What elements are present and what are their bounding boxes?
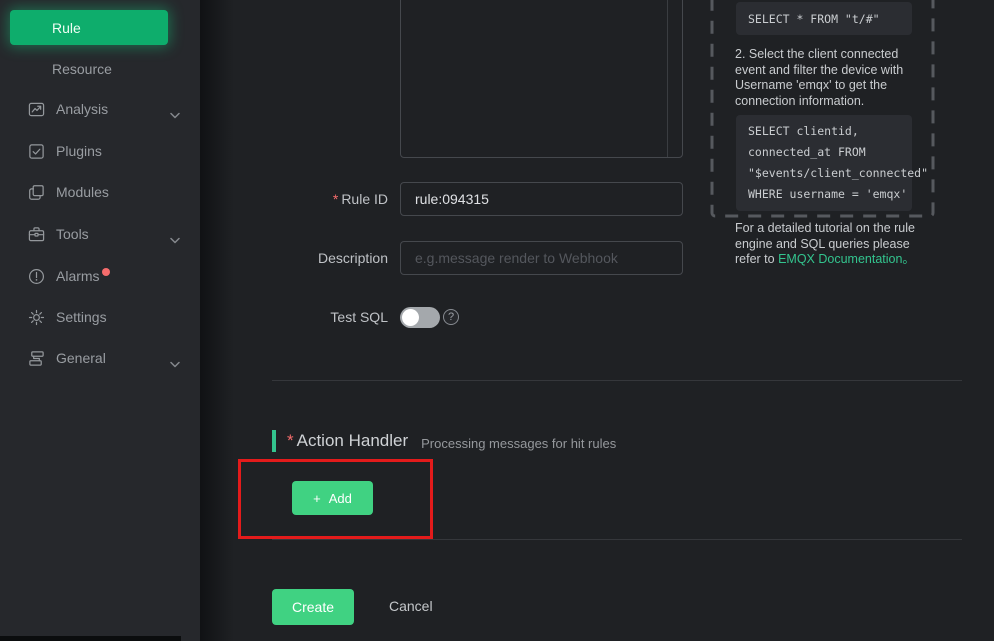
action-handler-header: *Action Handler Processing messages for … (272, 430, 616, 452)
sql-example-2-line: "$events/client_connected" (748, 163, 900, 184)
sidebar-shadow (200, 0, 234, 641)
alarm-badge-dot (102, 268, 110, 276)
add-action-button[interactable]: + Add (292, 481, 373, 515)
sidebar-item-label: Alarms (56, 268, 100, 284)
sidebar-item-label: Analysis (56, 101, 108, 117)
section-divider (272, 380, 962, 381)
cancel-button[interactable]: Cancel (389, 598, 433, 614)
sidebar-item-general[interactable]: General (0, 345, 200, 371)
tutorial-paragraph: For a detailed tutorial on the rule engi… (735, 221, 925, 268)
test-sql-label: Test SQL (272, 309, 388, 325)
sql-example-2: SELECT clientid, connected_at FROM "$eve… (736, 115, 912, 211)
action-handler-subtitle: Processing messages for hit rules (421, 436, 616, 451)
sidebar-item-resource[interactable]: Resource (0, 56, 200, 82)
sidebar-item-tools[interactable]: Tools (0, 221, 200, 247)
sidebar-item-label: Rule (52, 20, 81, 36)
sql-example-2-line: connected_at FROM (748, 142, 900, 163)
plugins-check-icon (28, 143, 45, 160)
chevron-down-icon (170, 106, 180, 122)
test-sql-toggle[interactable] (400, 307, 440, 328)
gear-icon (28, 309, 45, 326)
chevron-down-icon (170, 355, 180, 371)
create-button[interactable]: Create (272, 589, 354, 625)
required-asterisk: * (333, 191, 338, 207)
add-button-label: Add (329, 491, 352, 506)
footer-divider (272, 539, 962, 540)
sidebar-bottom-bar (0, 636, 181, 641)
help-icon[interactable]: ? (443, 309, 459, 325)
analysis-chart-icon (28, 101, 45, 118)
general-icon (28, 350, 45, 367)
sidebar-item-analysis[interactable]: Analysis (0, 96, 200, 122)
sidebar-item-settings[interactable]: Settings (0, 304, 200, 330)
sql-editor[interactable] (400, 0, 683, 158)
editor-scrollbar (667, 0, 668, 157)
description-label: Description (272, 250, 388, 266)
chevron-down-icon (170, 231, 180, 247)
sidebar-item-label: Resource (52, 61, 112, 77)
required-asterisk: * (287, 431, 294, 450)
section-accent-bar (272, 430, 276, 452)
sql-example-2-line: SELECT clientid, (748, 121, 900, 142)
rule-id-input[interactable] (400, 182, 683, 216)
sidebar: Rule Resource Analysis Plugins Modules T… (0, 0, 200, 641)
action-handler-title: *Action Handler (287, 431, 408, 451)
sidebar-item-rule[interactable]: Rule (10, 10, 168, 45)
plus-icon: + (313, 491, 321, 506)
sidebar-item-label: Modules (56, 184, 109, 200)
sidebar-item-plugins[interactable]: Plugins (0, 138, 200, 164)
emqx-documentation-link[interactable]: EMQX Documentation。 (778, 252, 915, 266)
sidebar-item-label: Tools (56, 226, 89, 242)
sidebar-item-alarms[interactable]: Alarms (0, 263, 200, 289)
tools-briefcase-icon (28, 226, 45, 243)
sidebar-item-label: Settings (56, 309, 107, 325)
sql-example-1: SELECT * FROM "t/#" (736, 2, 912, 35)
sidebar-item-label: General (56, 350, 106, 366)
toggle-knob (402, 309, 419, 326)
sidebar-item-modules[interactable]: Modules (0, 179, 200, 205)
alarm-icon (28, 268, 45, 285)
description-input[interactable] (400, 241, 683, 275)
sidebar-item-label: Plugins (56, 143, 102, 159)
rule-id-label: *Rule ID (272, 191, 388, 207)
modules-stack-icon (28, 184, 45, 201)
sql-example-2-line: WHERE username = 'emqx' (748, 184, 900, 205)
help-step-2-text: 2. Select the client connected event and… (735, 47, 917, 109)
